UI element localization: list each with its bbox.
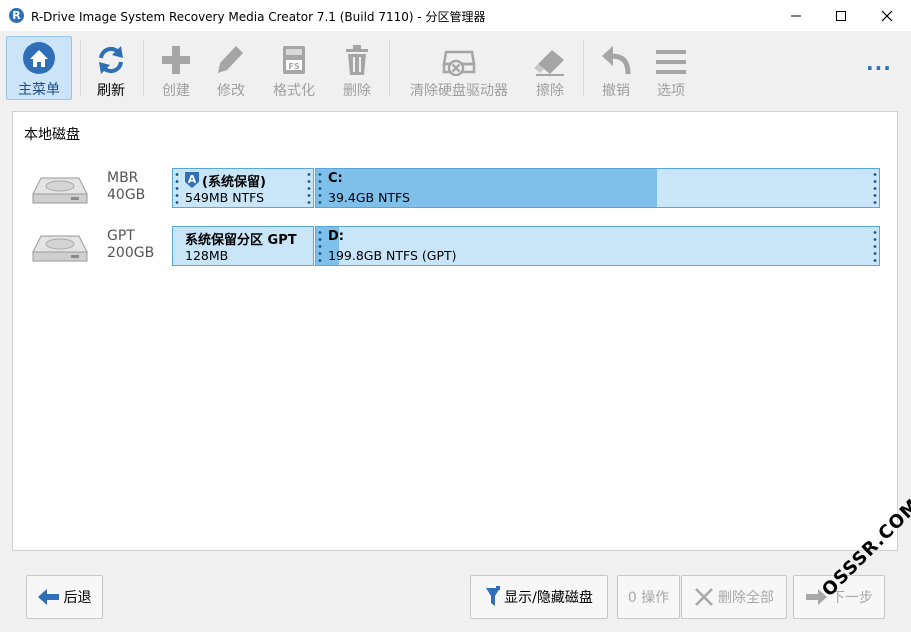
delete-all-label: 删除全部 xyxy=(718,590,774,606)
close-icon xyxy=(881,10,893,21)
partition-c[interactable]: C: 39.4GB NTFS xyxy=(315,168,880,208)
minimize-icon xyxy=(791,15,801,16)
home-icon xyxy=(23,42,55,74)
toolbar-main-menu-button[interactable]: 主菜单 xyxy=(6,36,72,100)
partition-info: 549MB NTFS xyxy=(185,190,265,205)
hard-disk-icon xyxy=(32,235,88,262)
bottom-bar: 后退 显示/隐藏磁盘 0 操作 删除全部 下一步 xyxy=(0,552,911,632)
show-hide-disks-button[interactable]: 显示/隐藏磁盘 xyxy=(470,575,608,619)
resize-handle-right[interactable] xyxy=(873,229,877,265)
disk-partition-style: MBR xyxy=(107,170,139,186)
pencil-icon xyxy=(218,46,243,73)
undo-icon xyxy=(602,46,631,75)
toolbar-delete-button[interactable]: 删除 xyxy=(332,36,382,100)
toolbar-undo-button[interactable]: 撤销 xyxy=(591,36,641,100)
partition-system-reserved[interactable]: A (系统保留) 549MB NTFS xyxy=(172,168,314,208)
x-icon xyxy=(695,588,713,606)
maximize-icon xyxy=(836,10,846,21)
partition-name: 系统保留分区 GPT xyxy=(185,233,297,248)
partition-info: 39.4GB NTFS xyxy=(328,190,410,205)
active-partition-flag-icon: A xyxy=(185,172,199,188)
operations-label: 0 操作 xyxy=(627,590,670,606)
wipe-drive-icon xyxy=(442,50,476,76)
partition-name: C: xyxy=(328,171,343,186)
toolbar-options-button[interactable]: 选项 xyxy=(646,36,696,100)
toolbar-separator xyxy=(583,39,584,97)
toolbar-label: 撤销 xyxy=(602,83,630,99)
disk-row[interactable]: GPT 200GB 系统保留分区 GPT 128MB D: 199.8GB NT… xyxy=(13,226,899,268)
trash-icon xyxy=(346,45,368,75)
disk-panel: 本地磁盘 MBR 40GB A (系统保留) 549MB NTFS C: 39.… xyxy=(12,111,898,551)
resize-handle-right[interactable] xyxy=(873,171,877,207)
toolbar-label: 选项 xyxy=(657,83,685,99)
show-hide-label: 显示/隐藏磁盘 xyxy=(504,590,593,606)
toolbar-label: 格式化 xyxy=(273,83,315,99)
arrow-left-icon xyxy=(37,589,59,605)
partition-info: 128MB xyxy=(185,248,229,263)
toolbar-label: 修改 xyxy=(217,83,245,99)
back-label: 后退 xyxy=(63,590,92,606)
delete-all-button[interactable]: 删除全部 xyxy=(681,575,787,619)
back-button[interactable]: 后退 xyxy=(26,575,103,619)
plus-icon xyxy=(162,46,190,74)
disk-size: 40GB xyxy=(107,187,146,203)
toolbar-wipe-drive-button[interactable]: 清除硬盘驱动器 xyxy=(400,36,518,100)
disk-row[interactable]: MBR 40GB A (系统保留) 549MB NTFS C: 39.4GB N… xyxy=(13,168,899,210)
partition-name: (系统保留) xyxy=(202,175,266,190)
resize-handle-right[interactable] xyxy=(307,171,311,207)
svg-text:FS: FS xyxy=(288,62,299,71)
toolbar-refresh-button[interactable]: 刷新 xyxy=(86,36,136,100)
toolbar-create-button[interactable]: 创建 xyxy=(151,36,201,100)
window-title: R-Drive Image System Recovery Media Crea… xyxy=(31,10,486,24)
eraser-icon xyxy=(534,50,564,76)
disk-info: GPT 200GB xyxy=(107,228,154,262)
app-logo-icon: R xyxy=(9,8,24,23)
toolbar-format-button[interactable]: FS 格式化 xyxy=(262,36,326,100)
toolbar: 主菜单 刷新 创建 修改 FS 格式化 删除 清除硬盘驱动器 擦除 撤销 选项 … xyxy=(0,31,911,106)
section-title: 本地磁盘 xyxy=(24,127,80,143)
toolbar-separator xyxy=(389,39,390,97)
title-bar: R R-Drive Image System Recovery Media Cr… xyxy=(0,0,911,31)
toolbar-label: 主菜单 xyxy=(18,82,60,98)
partition-info: 199.8GB NTFS (GPT) xyxy=(328,248,457,263)
funnel-icon xyxy=(486,586,501,606)
resize-handle-left[interactable] xyxy=(318,171,322,207)
maximize-button[interactable] xyxy=(818,0,864,31)
minimize-button[interactable] xyxy=(773,0,819,31)
refresh-icon xyxy=(99,46,123,74)
toolbar-separator xyxy=(80,39,81,97)
resize-handle-left[interactable] xyxy=(318,229,322,265)
toolbar-erase-button[interactable]: 擦除 xyxy=(525,36,575,100)
menu-lines-icon xyxy=(656,50,686,74)
more-options-button[interactable]: ... xyxy=(866,51,892,75)
partition-d[interactable]: D: 199.8GB NTFS (GPT) xyxy=(315,226,880,266)
disk-size: 200GB xyxy=(107,245,155,261)
toolbar-separator xyxy=(143,39,144,97)
format-fs-icon: FS xyxy=(283,46,305,74)
close-button[interactable] xyxy=(864,0,910,31)
resize-handle-left[interactable] xyxy=(175,171,179,207)
partition-gpt-reserved[interactable]: 系统保留分区 GPT 128MB xyxy=(172,226,314,266)
disk-info: MBR 40GB xyxy=(107,170,145,204)
partition-name: D: xyxy=(328,229,344,244)
hard-disk-icon xyxy=(32,177,88,204)
toolbar-label: 擦除 xyxy=(536,83,564,99)
disk-partition-style: GPT xyxy=(107,228,135,244)
toolbar-label: 创建 xyxy=(162,83,190,99)
toolbar-label: 清除硬盘驱动器 xyxy=(410,83,508,99)
svg-text:A: A xyxy=(188,173,197,186)
operations-button[interactable]: 0 操作 xyxy=(617,575,680,619)
toolbar-label: 刷新 xyxy=(97,83,125,99)
toolbar-modify-button[interactable]: 修改 xyxy=(206,36,256,100)
toolbar-label: 删除 xyxy=(343,83,371,99)
